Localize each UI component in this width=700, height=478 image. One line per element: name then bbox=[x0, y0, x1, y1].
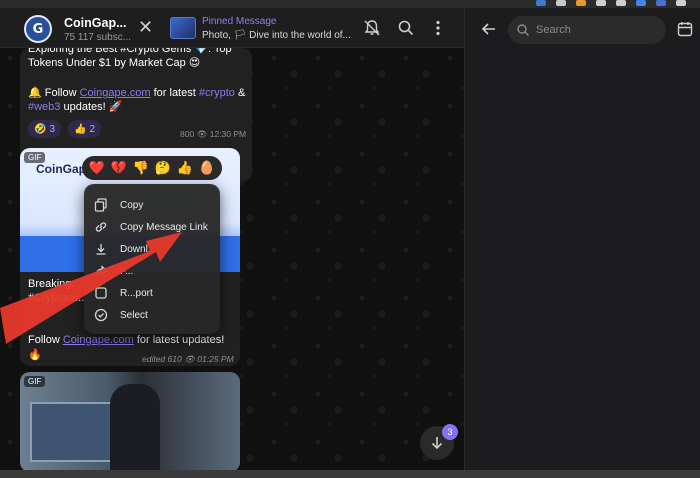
pinned-text[interactable]: Photo, 🏳 Dive into the world of... bbox=[202, 30, 351, 41]
extension-icon[interactable] bbox=[636, 0, 646, 6]
message-time: 01:25 PM bbox=[197, 354, 234, 364]
reaction-option[interactable]: 👍 bbox=[177, 161, 193, 175]
gif-scene bbox=[30, 402, 120, 462]
more-vertical-icon[interactable] bbox=[428, 18, 448, 38]
extension-icon[interactable] bbox=[556, 0, 566, 6]
search-input[interactable] bbox=[536, 21, 660, 39]
gif-badge: GIF bbox=[24, 152, 46, 163]
reaction-option[interactable]: 👎 bbox=[133, 161, 149, 175]
channel-title[interactable]: CoinGap... bbox=[64, 16, 127, 30]
pinned-label[interactable]: Pinned Message bbox=[202, 16, 277, 27]
menu-item-select[interactable]: Select bbox=[84, 304, 220, 326]
bottom-bar bbox=[0, 470, 700, 478]
menu-item-label: Copy bbox=[120, 199, 144, 211]
forward-icon bbox=[94, 265, 108, 277]
hashtag-link[interactable]: #web3 bbox=[28, 101, 60, 113]
unread-count-badge: 3 bbox=[442, 424, 458, 440]
menu-item-label: Downl... bbox=[120, 243, 157, 255]
telegram-app: Exploring the Best #Crypto Gems 💎: Top T… bbox=[0, 8, 700, 470]
message-text: Tokens Under $1 by Market Cap 😍 bbox=[28, 57, 201, 69]
eye-icon: 👁︎ bbox=[196, 129, 208, 139]
select-icon bbox=[94, 308, 108, 322]
extension-icon[interactable] bbox=[616, 0, 626, 6]
extension-icon[interactable] bbox=[656, 0, 666, 6]
pinned-thumbnail[interactable] bbox=[170, 17, 196, 39]
menu-item-report[interactable]: R...port bbox=[84, 282, 220, 304]
arrow-down-icon bbox=[431, 437, 443, 450]
search-icon[interactable] bbox=[396, 18, 416, 38]
reaction-count: 3 bbox=[49, 123, 56, 135]
coingape-link[interactable]: Coingape.com bbox=[80, 87, 151, 99]
channel-avatar[interactable]: G bbox=[24, 15, 52, 43]
menu-item-copy-link[interactable]: Copy Message Link bbox=[84, 216, 220, 238]
menu-item-label: Copy Message Link bbox=[120, 221, 208, 233]
hashtag-link[interactable]: #Cryptocu... bbox=[28, 292, 87, 304]
gif-thumbnail[interactable] bbox=[20, 372, 240, 470]
hashtag-link[interactable]: #crypto bbox=[199, 87, 235, 99]
message-context-menu: Copy Copy Message Link Downl... F... R..… bbox=[84, 184, 220, 334]
message-text: Breaking: bbox=[28, 278, 75, 290]
eye-icon: 👁︎ bbox=[184, 354, 195, 364]
channel-subscribers: 75 117 subsc... bbox=[64, 32, 132, 43]
view-count: 610 bbox=[167, 354, 182, 364]
reaction-picker[interactable]: ❤️ 💔 👎 🤔 👍 🥚 bbox=[82, 156, 222, 180]
back-arrow-icon[interactable] bbox=[480, 20, 498, 38]
message-text: Follow Coingape.com for latest updates! bbox=[28, 334, 225, 346]
gif-badge: GIF bbox=[24, 376, 46, 387]
reaction-emoji: 👍 bbox=[74, 123, 87, 135]
mute-bell-icon[interactable] bbox=[362, 18, 382, 38]
message-meta: 800 👁︎ 12:30 PM bbox=[180, 129, 246, 140]
menu-item-forward[interactable]: F... bbox=[84, 260, 220, 282]
menu-item-label: F... bbox=[120, 265, 134, 277]
right-sidebar bbox=[464, 8, 700, 470]
extension-icon[interactable] bbox=[596, 0, 606, 6]
message-text: 🔔 Follow Coingape.com for latest #crypto… bbox=[28, 87, 246, 99]
menu-item-copy[interactable]: Copy bbox=[84, 194, 220, 216]
menu-item-label: R...port bbox=[120, 287, 153, 299]
search-icon bbox=[517, 24, 529, 36]
link-icon bbox=[95, 222, 107, 232]
chat-header: G CoinGap... 75 117 subsc... ✕ Pinned Me… bbox=[0, 8, 464, 48]
reaction-chip[interactable]: 🤣 3 bbox=[28, 120, 62, 138]
message-time: 12:30 PM bbox=[209, 129, 247, 139]
reaction-emoji: 🤣 bbox=[34, 123, 47, 135]
chat-background: Exploring the Best #Crypto Gems 💎: Top T… bbox=[0, 43, 464, 470]
reaction-option[interactable]: ❤️ bbox=[89, 161, 105, 175]
calendar-icon[interactable] bbox=[676, 20, 694, 38]
gif-person bbox=[110, 384, 160, 470]
message-bubble-gif[interactable]: GIF bbox=[20, 372, 240, 470]
reaction-option[interactable]: 💔 bbox=[111, 161, 127, 175]
reaction-option[interactable]: 🥚 bbox=[199, 161, 215, 175]
reaction-option[interactable]: 🤔 bbox=[155, 161, 171, 175]
close-icon[interactable]: ✕ bbox=[138, 17, 153, 37]
copy-icon bbox=[94, 198, 107, 212]
coingape-link[interactable]: Coingape.com bbox=[63, 334, 134, 346]
menu-item-label: Select bbox=[120, 309, 148, 321]
extension-icon[interactable] bbox=[576, 0, 586, 6]
coingape-logo: CoinGap bbox=[36, 162, 86, 176]
view-count: 800 bbox=[180, 129, 195, 139]
edited-label: edited bbox=[142, 354, 166, 364]
fire-emoji: 🔥 bbox=[28, 349, 42, 361]
message-text: #web3 updates! 🚀 bbox=[28, 101, 123, 113]
extension-icon[interactable] bbox=[676, 0, 686, 6]
browser-toolbar-strip bbox=[0, 0, 700, 8]
search-bar[interactable] bbox=[508, 16, 666, 44]
message-meta: edited 610 👁︎ 01:25 PM bbox=[142, 354, 234, 365]
reaction-count: 2 bbox=[89, 123, 96, 135]
chat-pane: Exploring the Best #Crypto Gems 💎: Top T… bbox=[0, 8, 464, 470]
reaction-chip[interactable]: 👍 2 bbox=[68, 120, 102, 138]
download-icon bbox=[96, 244, 106, 255]
menu-item-download[interactable]: Downl... bbox=[84, 238, 220, 260]
report-icon bbox=[95, 287, 107, 299]
extension-icon[interactable] bbox=[536, 0, 546, 6]
